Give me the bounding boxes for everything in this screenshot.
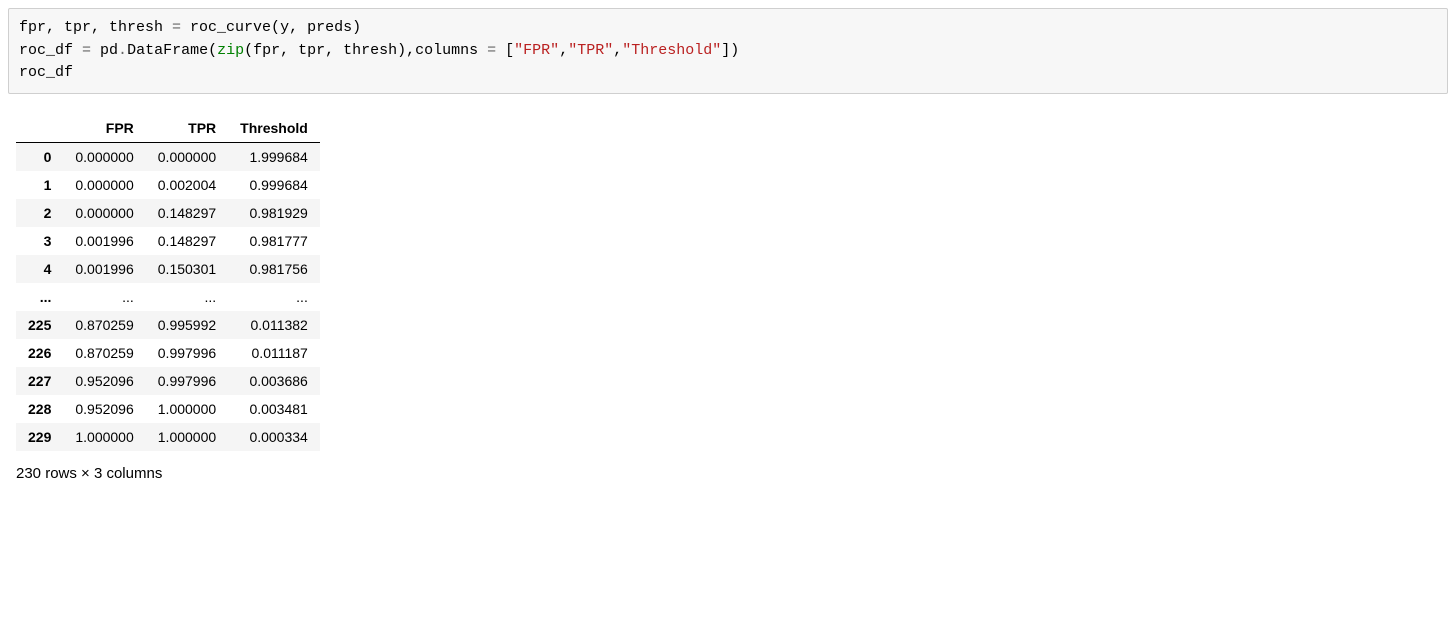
table-row: 40.0019960.1503010.981756	[16, 255, 320, 283]
table-row-ellipsis: ............	[16, 283, 320, 311]
index-header	[16, 114, 63, 143]
table-row: 00.0000000.0000001.999684	[16, 142, 320, 171]
code-cell: fpr, tpr, thresh = roc_curve(y, preds) r…	[8, 8, 1448, 94]
shape-info: 230 rows × 3 columns	[16, 465, 1448, 482]
table-row: 2260.8702590.9979960.011187	[16, 339, 320, 367]
table-row: 2291.0000001.0000000.000334	[16, 423, 320, 451]
output-area: FPR TPR Threshold 00.0000000.0000001.999…	[8, 114, 1448, 482]
table-row: 20.0000000.1482970.981929	[16, 199, 320, 227]
col-header-tpr: TPR	[146, 114, 228, 143]
dataframe-table: FPR TPR Threshold 00.0000000.0000001.999…	[16, 114, 320, 451]
col-header-fpr: FPR	[63, 114, 145, 143]
table-row: 2250.8702590.9959920.011382	[16, 311, 320, 339]
col-header-threshold: Threshold	[228, 114, 320, 143]
table-row: 10.0000000.0020040.999684	[16, 171, 320, 199]
table-row: 2280.9520961.0000000.003481	[16, 395, 320, 423]
table-row: 30.0019960.1482970.981777	[16, 227, 320, 255]
table-row: 2270.9520960.9979960.003686	[16, 367, 320, 395]
